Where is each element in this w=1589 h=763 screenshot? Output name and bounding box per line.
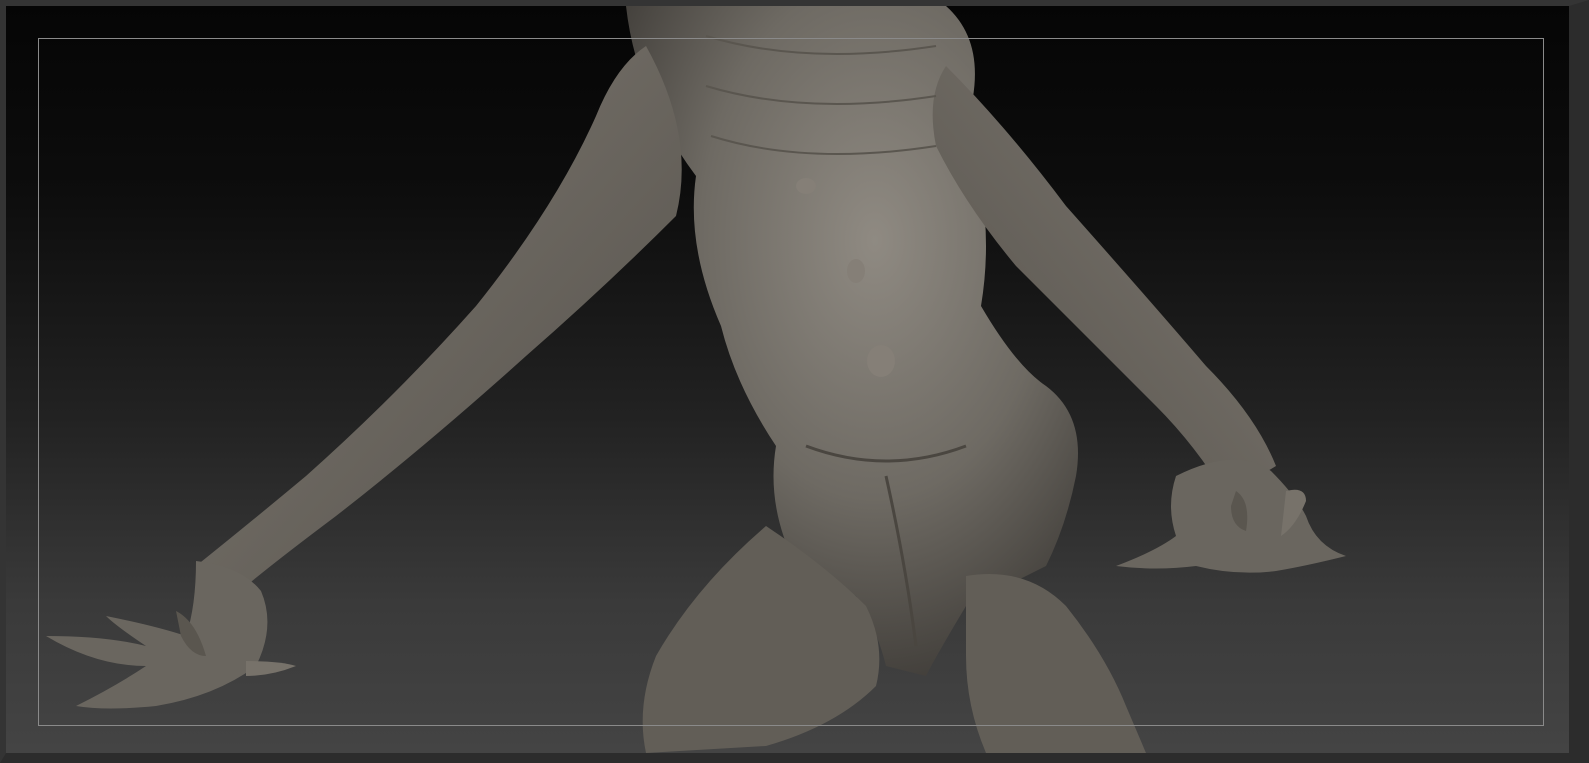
sculpt-model-icon[interactable] bbox=[6, 6, 1569, 753]
model-left-arm bbox=[196, 46, 682, 586]
model-right-hand bbox=[1116, 459, 1346, 573]
model-left-hand bbox=[46, 561, 268, 709]
model-nub-2 bbox=[847, 259, 865, 283]
model-right-leg bbox=[966, 574, 1146, 753]
app-window bbox=[0, 0, 1589, 763]
model-nub-1 bbox=[796, 178, 816, 194]
model-torso bbox=[626, 6, 1078, 676]
canvas-viewport[interactable] bbox=[6, 6, 1569, 753]
model-nub-3 bbox=[867, 345, 895, 377]
